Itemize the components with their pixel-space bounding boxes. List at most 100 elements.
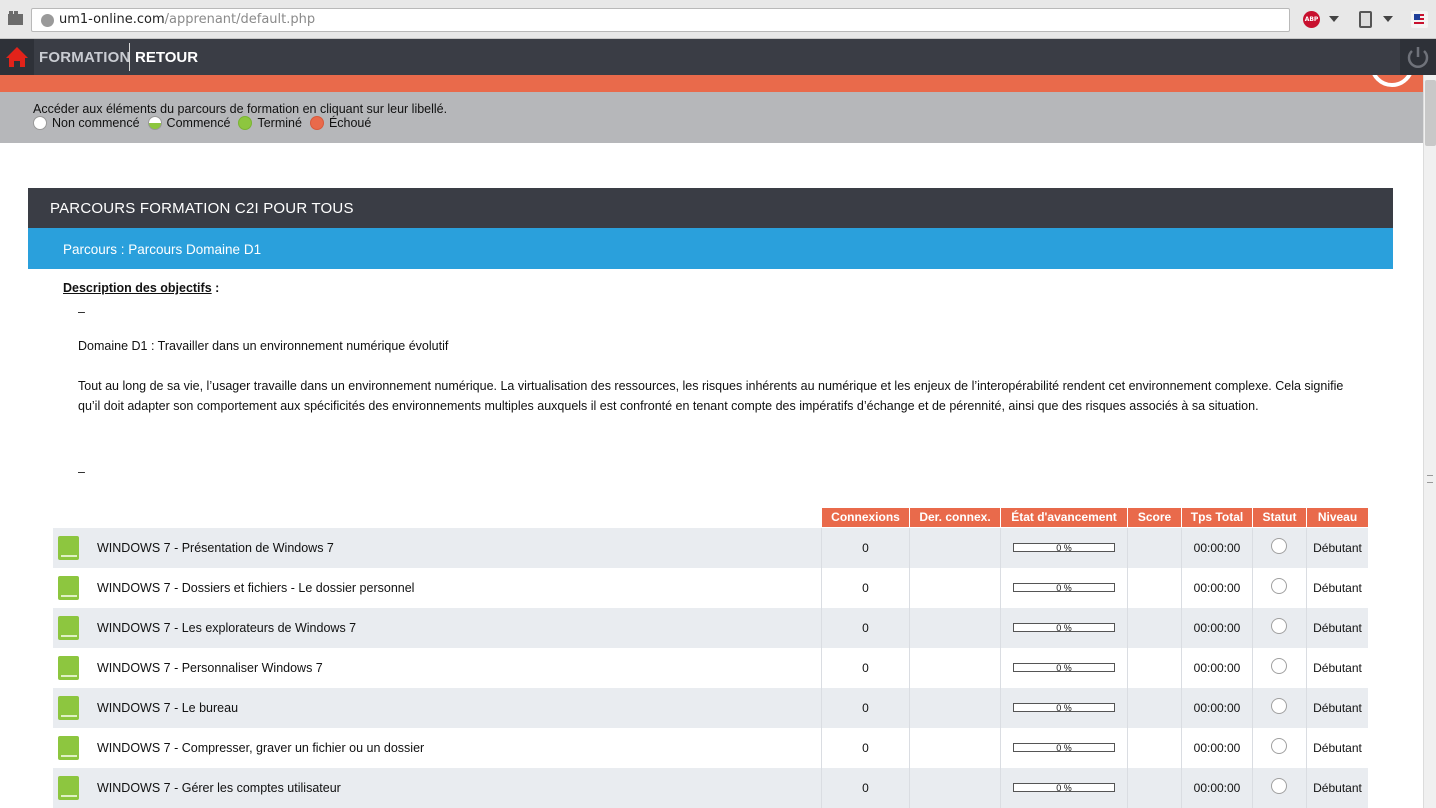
clipboard-icon[interactable] (1359, 11, 1372, 28)
progress-bar: 0 % (1013, 623, 1115, 633)
app-nav: FORMATION RETOUR (0, 39, 1436, 75)
cell-level: Débutant (1313, 741, 1362, 755)
cell-score (1128, 528, 1182, 568)
table-row[interactable]: WINDOWS 7 - Présentation de Windows 7 0 0 … (53, 528, 1368, 568)
status-not-started-icon (1271, 618, 1287, 634)
cell-progress: 0 % (1001, 688, 1128, 728)
col-level: Niveau (1307, 508, 1368, 527)
parcours-title: PARCOURS FORMATION C2I POUR TOUS (50, 200, 354, 217)
cell-total-time: 00:00:00 (1182, 608, 1253, 648)
table-row[interactable]: WINDOWS 7 - Gérer les comptes utilisateu… (53, 768, 1368, 808)
chevron-down-icon[interactable] (1329, 16, 1339, 22)
book-icon (58, 696, 79, 720)
status-not-started-icon (1271, 658, 1287, 674)
scrollbar-thumb[interactable] (1425, 80, 1436, 146)
parcours-subtitle[interactable]: Parcours : Parcours Domaine D1 (63, 242, 261, 257)
legend-row: Non commencé Commencé Terminé Échoué (33, 116, 379, 130)
scrollbar-grip-icon (1427, 475, 1433, 483)
module-title-link[interactable]: WINDOWS 7 - Présentation de Windows 7 (97, 528, 334, 568)
cell-level: Débutant (1313, 781, 1362, 795)
browser-toolbar: um1-online.com/apprenant/default.php ABP (0, 0, 1436, 39)
module-title-link[interactable]: WINDOWS 7 - Dossiers et fichiers - Le do… (97, 568, 414, 608)
nav-formation[interactable]: FORMATION (39, 49, 131, 66)
home-icon (6, 47, 28, 67)
cell-score (1128, 568, 1182, 608)
decorative-circle (1370, 75, 1414, 87)
module-title-link[interactable]: WINDOWS 7 - Les explorateurs de Windows … (97, 608, 356, 648)
cell-last-connection (910, 528, 1001, 568)
col-progress: État d'avancement (1001, 508, 1128, 527)
url-path: /apprenant/default.php (164, 12, 316, 27)
cell-level: Débutant (1313, 661, 1362, 675)
status-not-started-icon (1271, 778, 1287, 794)
cell-connexions: 0 (822, 568, 910, 608)
legend-label: Échoué (328, 116, 372, 130)
status-not-started-icon (1271, 738, 1287, 754)
status-not-started-icon (1271, 538, 1287, 554)
table-row[interactable]: WINDOWS 7 - Le bureau 0 0 % 00:00:00 Débutan… (53, 688, 1368, 728)
legend-completed: Terminé (238, 116, 302, 130)
cell-level: Débutant (1313, 541, 1362, 555)
book-icon (58, 776, 79, 800)
module-title-link[interactable]: WINDOWS 7 - Personnaliser Windows 7 (97, 648, 323, 688)
book-icon (58, 536, 79, 560)
table-row[interactable]: WINDOWS 7 - Dossiers et fichiers - Le do… (53, 568, 1368, 608)
cell-total-time: 00:00:00 (1182, 568, 1253, 608)
book-icon (58, 616, 79, 640)
col-score: Score (1128, 508, 1182, 527)
table-row[interactable]: WINDOWS 7 - Personnaliser Windows 7 0 0 % 0… (53, 648, 1368, 688)
description-label: Description des objectifs : (63, 281, 220, 295)
cell-status (1253, 648, 1307, 688)
status-not-started-icon (1271, 698, 1287, 714)
nav-retour[interactable]: RETOUR (135, 49, 198, 66)
cell-connexions: 0 (822, 688, 910, 728)
col-last-connection: Der. connex. (910, 508, 1001, 527)
cell-progress: 0 % (1001, 568, 1128, 608)
vertical-scrollbar[interactable] (1423, 75, 1436, 808)
accent-band (0, 75, 1423, 92)
cell-score (1128, 648, 1182, 688)
cell-status (1253, 568, 1307, 608)
cell-progress: 0 % (1001, 528, 1128, 568)
description-label-text: Description des objectifs (63, 281, 212, 295)
logout-button[interactable] (1400, 39, 1436, 75)
home-button[interactable] (0, 39, 34, 75)
cell-connexions: 0 (822, 648, 910, 688)
legend-started: Commencé (147, 116, 230, 130)
url-field[interactable]: um1-online.com/apprenant/default.php (31, 8, 1290, 32)
cell-last-connection (910, 648, 1001, 688)
table-row[interactable]: WINDOWS 7 - Compresser, graver un fichie… (53, 728, 1368, 768)
progress-bar: 0 % (1013, 783, 1115, 793)
tab-list-icon[interactable] (8, 11, 23, 25)
description-domain: Domaine D1 : Travailler dans un environn… (78, 339, 449, 353)
module-title-link[interactable]: WINDOWS 7 - Le bureau (97, 688, 238, 728)
status-completed-icon (238, 116, 253, 130)
progress-bar: 0 % (1013, 663, 1115, 673)
description-dash-bottom: – (78, 465, 85, 479)
status-not-started-icon (1271, 578, 1287, 594)
table-row[interactable]: WINDOWS 7 - Les explorateurs de Windows … (53, 608, 1368, 648)
cell-connexions: 0 (822, 608, 910, 648)
cell-status (1253, 528, 1307, 568)
url-host: um1-online.com (59, 12, 165, 27)
col-total-time: Tps Total (1182, 508, 1253, 527)
flag-extension-icon[interactable] (1411, 11, 1428, 28)
parcours-subheader[interactable]: Parcours : Parcours Domaine D1 (28, 228, 1393, 269)
cell-status (1253, 728, 1307, 768)
book-icon (58, 736, 79, 760)
cell-total-time: 00:00:00 (1182, 528, 1253, 568)
cell-status (1253, 608, 1307, 648)
module-title-link[interactable]: WINDOWS 7 - Compresser, graver un fichie… (97, 728, 424, 768)
chevron-down-icon[interactable] (1383, 16, 1393, 22)
url-text: um1-online.com/apprenant/default.php (59, 12, 315, 27)
legend-instructions: Accéder aux éléments du parcours de form… (33, 102, 448, 116)
progress-bar: 0 % (1013, 703, 1115, 713)
cell-progress: 0 % (1001, 768, 1128, 808)
cell-last-connection (910, 728, 1001, 768)
status-legend: Accéder aux éléments du parcours de form… (0, 92, 1423, 143)
adblock-icon[interactable]: ABP (1303, 11, 1320, 28)
parcours-header: PARCOURS FORMATION C2I POUR TOUS (28, 188, 1393, 228)
module-title-link[interactable]: WINDOWS 7 - Gérer les comptes utilisateu… (97, 768, 341, 808)
power-icon (1407, 47, 1429, 68)
cell-connexions: 0 (822, 728, 910, 768)
